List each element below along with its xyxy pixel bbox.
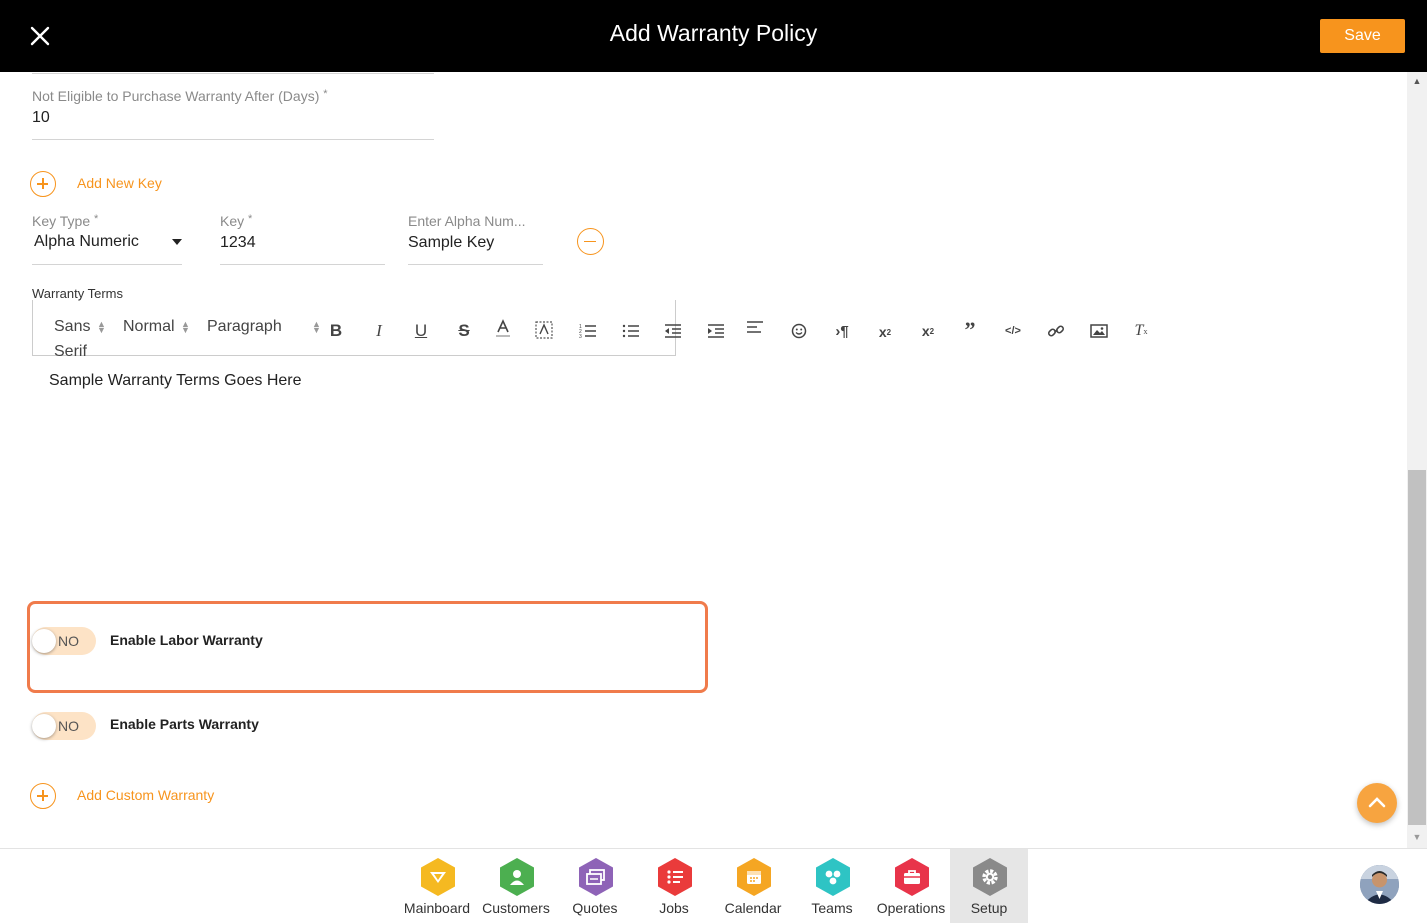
quotes-icon [579,858,613,896]
key-type-underline [32,264,182,265]
alpha-num-underline [408,264,543,265]
block-format-value: Paragraph [207,318,282,335]
add-custom-warranty-icon[interactable] [30,783,56,809]
previous-field-underline [32,73,434,74]
background-color-icon[interactable] [534,320,554,340]
warranty-terms-label: Warranty Terms [32,286,124,301]
not-eligible-label: Not Eligible to Purchase Warranty After … [32,88,328,104]
chevron-down-icon [172,239,182,245]
save-button[interactable]: Save [1320,19,1405,53]
alpha-num-input[interactable]: Sample Key [408,234,494,252]
text-direction-icon[interactable]: ›¶ [832,321,852,341]
nav-item-jobs[interactable]: Jobs [635,849,713,923]
italic-icon[interactable]: I [369,321,389,341]
setup-icon [973,858,1007,896]
clear-format-icon[interactable]: Tx [1131,321,1151,341]
toggle-knob [32,714,56,738]
alpha-num-label: Enter Alpha Num... [408,213,526,229]
outdent-icon[interactable] [663,321,683,341]
toggle-state-text: NO [58,633,79,649]
blockquote-icon[interactable]: ” [960,317,980,342]
chevron-up-icon [1368,797,1386,808]
text-color-icon[interactable] [493,319,513,339]
key-input[interactable]: 1234 [220,234,256,252]
warranty-terms-editor[interactable]: Sample Warranty Terms Goes Here [49,372,302,390]
key-label: Key * [220,213,253,229]
nav-item-customers[interactable]: Customers [477,849,555,923]
strikethrough-icon[interactable]: S [454,321,474,341]
remove-key-icon[interactable] [577,228,604,255]
picker-arrows-icon: ▲ ▼ [312,319,321,335]
nav-item-setup[interactable]: Setup [950,849,1028,923]
key-type-label: Key Type * [32,213,99,229]
scroll-up-arrow-icon[interactable]: ▲ [1407,76,1427,86]
bullet-list-icon[interactable] [621,321,641,341]
svg-text:3: 3 [579,334,582,339]
page-title: Add Warranty Policy [609,20,818,46]
ordered-list-icon[interactable]: 123 [578,321,598,341]
code-block-icon[interactable]: </> [1003,321,1023,341]
image-icon[interactable] [1089,321,1109,341]
form-content: Not Eligible to Purchase Warranty After … [0,72,1407,848]
add-new-key-icon[interactable] [30,171,56,197]
indent-icon[interactable] [706,321,726,341]
emoji-icon[interactable] [789,321,809,341]
header-bar: Add Warranty Policy Save [0,0,1427,72]
parts-warranty-label: Enable Parts Warranty [110,716,259,732]
labor-warranty-label: Enable Labor Warranty [110,632,263,648]
add-new-key-link[interactable]: Add New Key [77,175,162,191]
customers-icon [500,858,534,896]
toggle-knob [32,629,56,653]
font-size-picker[interactable]: Normal ▲ ▼ [123,318,195,336]
toggle-state-text: NO [58,718,79,734]
font-family-value-line2: Serif [54,343,87,360]
user-avatar[interactable] [1360,865,1399,904]
scroll-down-arrow-icon[interactable]: ▼ [1407,832,1427,842]
font-size-value: Normal [123,318,175,335]
user-photo-icon [1360,865,1399,904]
jobs-icon [658,858,692,896]
nav-item-operations[interactable]: Operations [872,849,950,923]
calendar-icon [737,858,771,896]
add-custom-warranty-link[interactable]: Add Custom Warranty [77,787,214,803]
nav-label: Setup [970,900,1008,916]
align-left-icon[interactable] [745,318,765,338]
vertical-scrollbar[interactable]: ▲ ▼ [1407,72,1427,848]
underline-icon[interactable]: U [411,321,431,341]
picker-arrows-icon: ▲ ▼ [97,319,106,335]
subscript-icon[interactable]: x2 [875,322,895,342]
key-type-value: Alpha Numeric [34,233,139,250]
key-type-select[interactable]: Alpha Numeric [32,232,182,264]
nav-item-quotes[interactable]: Quotes [556,849,634,923]
not-eligible-underline [32,139,434,140]
mainboard-icon [421,858,455,896]
scrollbar-thumb[interactable] [1408,470,1426,825]
superscript-icon[interactable]: x2 [918,321,938,341]
nav-item-mainboard[interactable]: Mainboard [398,849,476,923]
bottom-nav-bar: Mainboard Customers Quotes Jobs Calendar… [0,848,1427,923]
picker-arrows-icon: ▲ ▼ [181,319,190,335]
scroll-to-top-button[interactable] [1357,783,1397,823]
link-icon[interactable] [1046,321,1066,341]
block-format-picker[interactable]: Paragraph ▲ ▼ [207,318,325,336]
not-eligible-days-input[interactable]: 10 [32,109,50,127]
bold-icon[interactable]: B [326,321,346,341]
teams-icon [816,858,850,896]
operations-icon [895,858,929,896]
key-underline [220,264,385,265]
labor-warranty-toggle[interactable]: NO [32,627,96,655]
font-family-picker[interactable]: Sans Serif ▲ ▼ [54,318,110,361]
nav-item-calendar[interactable]: Calendar [714,849,792,923]
nav-item-teams[interactable]: Teams [793,849,871,923]
parts-warranty-toggle[interactable]: NO [32,712,96,740]
